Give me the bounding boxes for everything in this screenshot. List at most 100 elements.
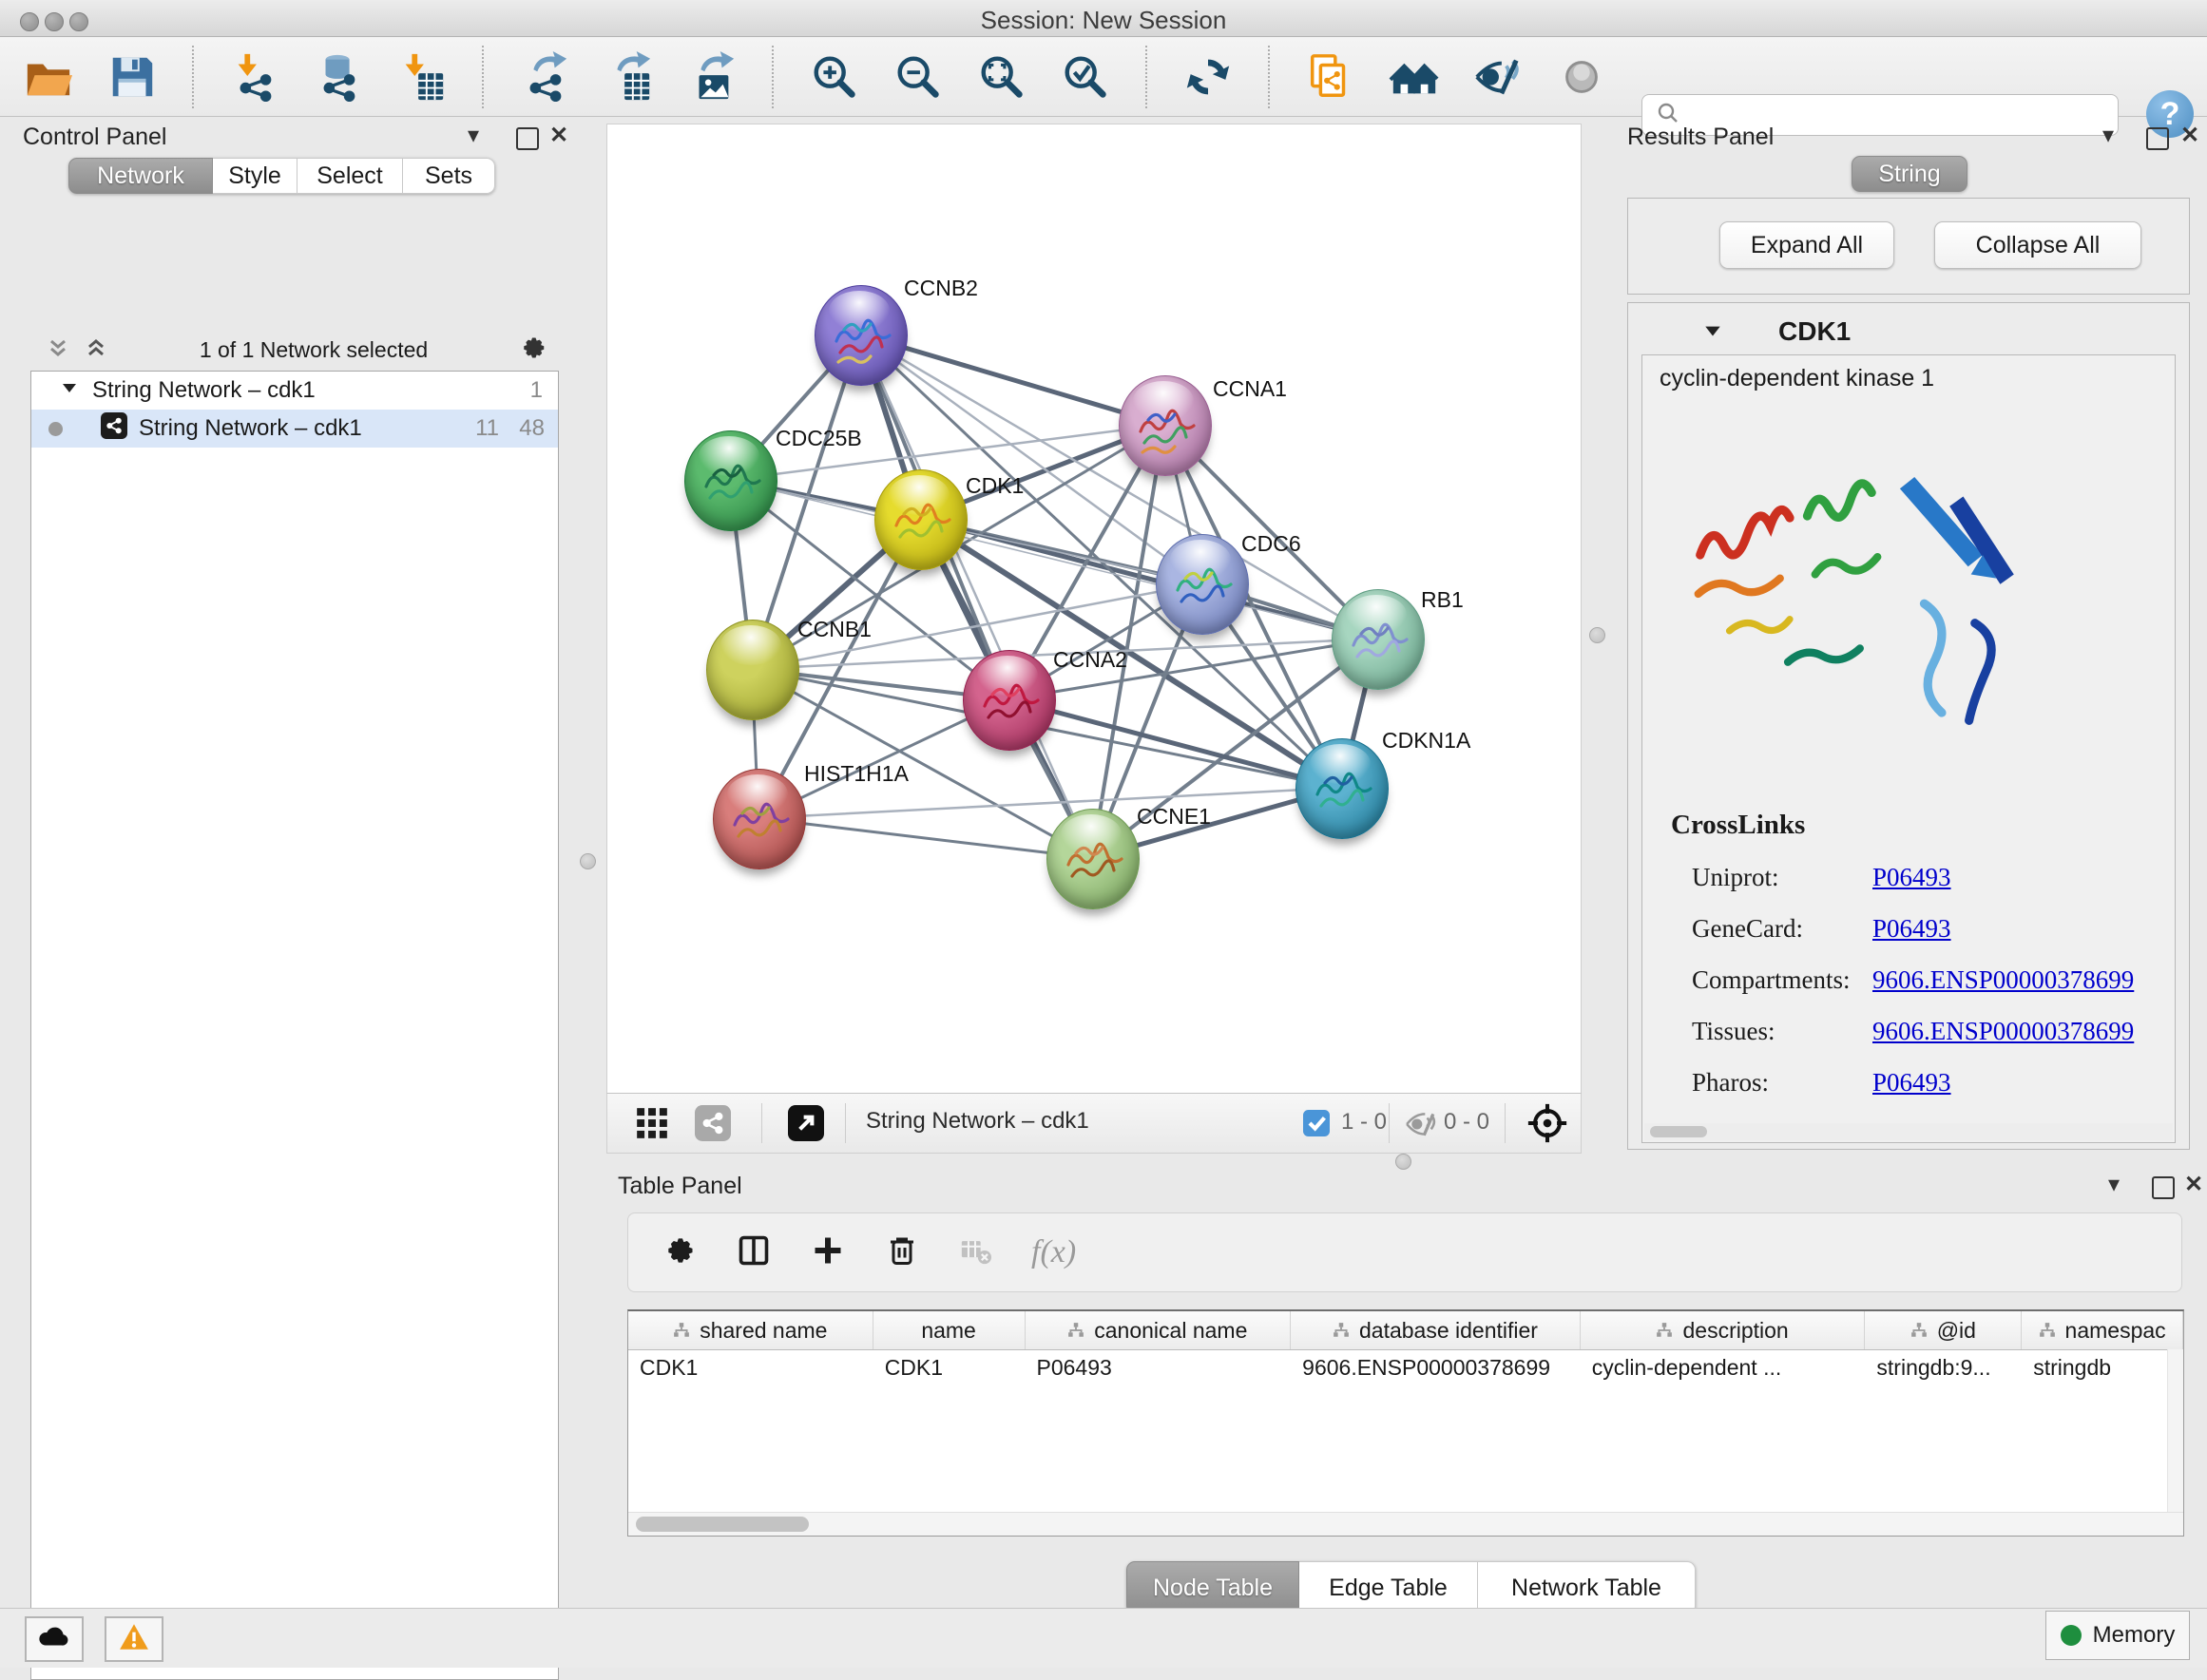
crosslink-link[interactable]: P06493 [1872, 914, 1951, 944]
close-panel-icon[interactable]: ✕ [549, 122, 568, 149]
column-header-namespac[interactable]: namespac [2022, 1311, 2183, 1349]
table-cell[interactable]: CDK1 [628, 1355, 873, 1381]
float-panel-icon[interactable] [2152, 1176, 2175, 1199]
network-node-ccna1[interactable] [1119, 375, 1212, 476]
right-splitter-handle[interactable] [1589, 627, 1605, 643]
table-cell[interactable]: stringdb:9... [1865, 1355, 2022, 1381]
panel-menu-icon[interactable]: ▾ [468, 122, 479, 149]
table-settings-gear-icon[interactable] [662, 1233, 697, 1272]
table-vscrollbar[interactable] [2167, 1349, 2183, 1513]
close-panel-icon[interactable]: ✕ [2184, 1171, 2203, 1198]
network-node-cdkn1a[interactable] [1295, 738, 1389, 839]
crosslink-link[interactable]: 9606.ENSP00000378699 [1872, 965, 2134, 995]
tab-sets[interactable]: Sets [403, 158, 495, 194]
network-node-ccnb2[interactable] [815, 285, 908, 386]
table-hscrollbar[interactable] [628, 1512, 2183, 1536]
network-collection-row[interactable]: String Network – cdk1 1 [31, 372, 558, 410]
string-view-icon[interactable] [695, 1105, 731, 1146]
open-session-icon[interactable] [21, 49, 76, 105]
network-node-cdc6[interactable] [1156, 534, 1249, 635]
table-cell[interactable]: 9606.ENSP00000378699 [1291, 1355, 1581, 1381]
bottom-splitter-handle[interactable] [1395, 1154, 1411, 1170]
node-details-box: cyclin-dependent kinase 1 CrossLinks Uni… [1641, 354, 2176, 1143]
add-column-icon[interactable] [811, 1233, 845, 1272]
clone-network-icon[interactable] [1303, 49, 1358, 105]
show-hide-icon[interactable] [1470, 49, 1526, 105]
zoom-selected-icon[interactable] [1058, 49, 1113, 105]
float-panel-icon[interactable] [2146, 127, 2169, 150]
expand-all-button[interactable]: Expand All [1719, 221, 1894, 269]
network-row[interactable]: String Network – cdk1 11 48 [31, 410, 558, 448]
results-panel: Results Panel ▾ ✕ String Expand All Coll… [1616, 116, 2197, 1161]
grid-view-icon[interactable] [634, 1105, 670, 1146]
toolbar-separator [482, 46, 485, 108]
column-header-description[interactable]: description [1581, 1311, 1866, 1349]
crosslink-link[interactable]: P06493 [1872, 1068, 1951, 1098]
overview-icon[interactable] [1554, 49, 1609, 105]
fit-selected-crosshair-icon[interactable] [1526, 1101, 1569, 1150]
column-header-database-identifier[interactable]: database identifier [1291, 1311, 1581, 1349]
column-header-canonical-name[interactable]: canonical name [1026, 1311, 1292, 1349]
collection-expander-icon[interactable] [60, 377, 79, 404]
memory-button[interactable]: Memory [2045, 1611, 2190, 1660]
control-panel-tabs: Network Style Select Sets [68, 158, 495, 194]
section-expander-icon[interactable] [1702, 320, 1723, 346]
node-label-hist1h1a: HIST1H1A [804, 761, 909, 787]
import-network-from-file-icon[interactable] [227, 49, 282, 105]
warnings-button[interactable] [105, 1616, 163, 1662]
selected-checkbox-icon[interactable] [1303, 1110, 1330, 1141]
tab-edge-table[interactable]: Edge Table [1299, 1561, 1478, 1614]
network-node-ccna2[interactable] [963, 650, 1056, 751]
hidden-eye-icon[interactable] [1404, 1108, 1436, 1145]
import-network-from-database-icon[interactable] [311, 49, 366, 105]
export-network-icon[interactable] [517, 49, 572, 105]
network-options-gear-icon[interactable] [519, 334, 547, 367]
tab-style[interactable]: Style [213, 158, 297, 194]
panel-menu-icon[interactable]: ▾ [2102, 122, 2114, 149]
panel-menu-icon[interactable]: ▾ [2108, 1171, 2120, 1198]
table-cell[interactable]: stringdb [2022, 1355, 2183, 1381]
table-cell[interactable]: CDK1 [873, 1355, 1026, 1381]
crosslink-link[interactable]: 9606.ENSP00000378699 [1872, 1017, 2134, 1046]
network-node-hist1h1a[interactable] [713, 769, 806, 869]
zoom-out-icon[interactable] [891, 49, 946, 105]
export-image-icon[interactable] [684, 49, 739, 105]
string-network-icon [101, 412, 127, 446]
network-canvas[interactable]: CCNB2CCNA1CDC25BCDK1CDC6RB1CCNB1CCNA2CDK… [606, 124, 1582, 1095]
column-header-shared-name[interactable]: shared name [628, 1311, 873, 1349]
collapse-all-networks-icon[interactable] [46, 335, 70, 365]
network-node-ccnb1[interactable] [706, 620, 799, 720]
network-node-ccne1[interactable] [1046, 809, 1140, 909]
birds-eye-view-icon[interactable] [788, 1105, 824, 1146]
column-header-@id[interactable]: @id [1865, 1311, 2022, 1349]
tab-string[interactable]: String [1852, 156, 1967, 192]
results-hscrollbar[interactable] [1644, 1123, 2173, 1140]
delete-column-trash-icon[interactable] [885, 1233, 919, 1272]
network-node-cdc25b[interactable] [684, 430, 777, 531]
network-node-rb1[interactable] [1332, 589, 1425, 690]
tab-node-table[interactable]: Node Table [1126, 1561, 1299, 1614]
table-cell[interactable]: P06493 [1026, 1355, 1292, 1381]
zoom-in-icon[interactable] [807, 49, 862, 105]
float-panel-icon[interactable] [516, 127, 539, 150]
save-session-icon[interactable] [105, 49, 160, 105]
collection-count: 1 [530, 377, 543, 404]
import-table-from-file-icon[interactable] [394, 49, 450, 105]
table-cell[interactable]: cyclin-dependent ... [1581, 1355, 1866, 1381]
export-table-icon[interactable] [601, 49, 656, 105]
column-header-name[interactable]: name [873, 1311, 1026, 1349]
tab-network-table[interactable]: Network Table [1478, 1561, 1696, 1614]
collapse-all-button[interactable]: Collapse All [1934, 221, 2141, 269]
left-splitter-handle[interactable] [580, 853, 596, 869]
crosslink-link[interactable]: P06493 [1872, 863, 1951, 892]
expand-all-networks-icon[interactable] [84, 335, 108, 365]
tab-network[interactable]: Network [68, 158, 213, 194]
zoom-fit-icon[interactable] [974, 49, 1029, 105]
tab-select[interactable]: Select [297, 158, 403, 194]
close-panel-icon[interactable]: ✕ [2180, 122, 2199, 149]
show-columns-icon[interactable] [737, 1233, 771, 1272]
first-neighbors-icon[interactable] [1387, 49, 1442, 105]
update-icon[interactable] [1180, 49, 1236, 105]
network-node-cdk1[interactable] [874, 469, 968, 570]
cloud-button[interactable] [25, 1616, 84, 1662]
